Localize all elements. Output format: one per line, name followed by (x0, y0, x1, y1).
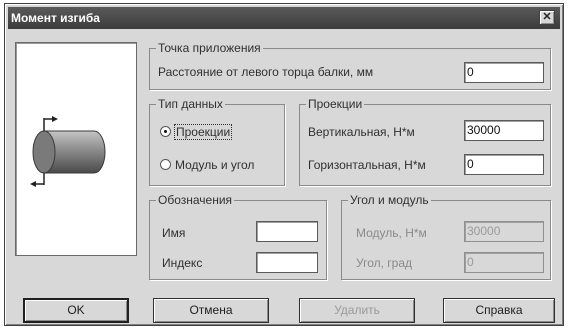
close-button[interactable]: ✕ (539, 10, 555, 25)
data-type-group: Тип данных Проекции Модуль и угол (149, 97, 285, 186)
angle-modulus-group: Угол и модуль Модуль, Н*м 30000 Угол, гр… (341, 193, 551, 280)
radio-projections-label: Проекции (173, 124, 233, 140)
projections-title: Проекции (306, 97, 365, 111)
window-title: Момент изгиба (11, 11, 100, 25)
angle-label: Угол, град (356, 256, 413, 270)
ok-button[interactable]: OK (23, 298, 129, 323)
modulus-input: 30000 (464, 221, 544, 242)
horizontal-input[interactable]: 0 (464, 154, 544, 175)
index-input[interactable] (256, 252, 318, 273)
delete-button: Удалить (299, 298, 415, 323)
angle-modulus-title: Угол и модуль (348, 193, 431, 207)
index-label: Индекс (162, 256, 203, 270)
name-label: Имя (162, 226, 186, 240)
application-point-title: Точка приложения (156, 41, 263, 55)
vertical-label: Вертикальная, Н*м (308, 125, 415, 139)
name-input[interactable] (256, 221, 318, 242)
projections-group: Проекции Вертикальная, Н*м 30000 Горизон… (299, 97, 551, 186)
modulus-label: Модуль, Н*м (356, 226, 427, 240)
title-bar: Момент изгиба ✕ (8, 7, 560, 29)
close-icon: ✕ (542, 11, 552, 23)
moment-dialog: Момент изгиба ✕ Точка приложения Расстоя… (4, 3, 564, 326)
designation-title: Обозначения (156, 193, 235, 207)
radio-projections-dot (160, 126, 171, 137)
application-point-group: Точка приложения Расстояние от левого то… (149, 41, 551, 90)
distance-input[interactable]: 0 (464, 62, 544, 83)
help-button[interactable]: Справка (443, 298, 555, 323)
designation-group: Обозначения Имя Индекс (149, 193, 327, 280)
beam-preview (15, 42, 137, 256)
angle-input: 0 (464, 252, 544, 273)
radio-modulus-angle[interactable]: Модуль и угол (160, 158, 254, 172)
beam-cylinder-icon (30, 116, 106, 187)
vertical-input[interactable]: 30000 (464, 120, 544, 141)
distance-label: Расстояние от левого торца балки, мм (158, 65, 374, 79)
radio-projections[interactable]: Проекции (160, 124, 233, 140)
radio-modulus-angle-dot (160, 159, 171, 170)
data-type-title: Тип данных (156, 97, 225, 111)
horizontal-label: Горизонтальная, Н*м (308, 158, 426, 172)
radio-modulus-angle-label: Модуль и угол (175, 158, 255, 172)
cancel-button[interactable]: Отмена (153, 298, 269, 323)
